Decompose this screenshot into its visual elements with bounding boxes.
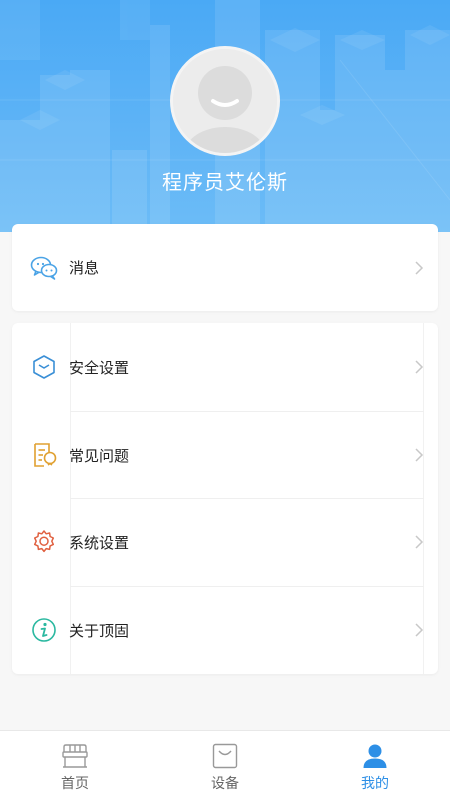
menu-item-label: 系统设置 — [69, 533, 130, 552]
tab-home[interactable]: 首页 — [0, 731, 150, 800]
menu-item-label: 安全设置 — [69, 358, 130, 377]
chevron-right-icon — [415, 623, 424, 637]
security-box-icon — [33, 355, 55, 379]
home-icon — [62, 744, 88, 768]
chat-bubbles-icon — [30, 256, 58, 280]
chevron-right-icon — [415, 535, 424, 549]
user-icon — [363, 744, 387, 768]
menu-item-messages[interactable]: 消息 — [12, 224, 438, 311]
chevron-right-icon — [415, 260, 424, 275]
info-icon — [32, 618, 56, 642]
menu-item-about[interactable]: 关于顶固 — [12, 586, 438, 674]
bottom-tab-bar: 首页 设备 我的 — [0, 730, 450, 800]
device-bag-icon — [212, 743, 238, 769]
menu-item-faq[interactable]: 常见问题 — [12, 411, 438, 499]
avatar[interactable] — [170, 46, 280, 156]
tab-label: 设备 — [211, 776, 239, 792]
gear-icon — [33, 530, 55, 553]
menu-item-label: 关于顶固 — [69, 621, 130, 640]
tab-label: 我的 — [361, 776, 389, 792]
username: 程序员艾伦斯 — [162, 170, 288, 194]
tab-devices[interactable]: 设备 — [150, 731, 300, 800]
settings-card: 安全设置 常见问题 系统设置 关于顶固 — [12, 323, 438, 674]
menu-item-label: 消息 — [69, 259, 100, 277]
tab-mine[interactable]: 我的 — [300, 731, 450, 800]
chevron-right-icon — [415, 360, 424, 374]
menu-item-label: 常见问题 — [69, 446, 130, 465]
tab-label: 首页 — [61, 776, 89, 792]
menu-item-security-settings[interactable]: 安全设置 — [12, 323, 438, 411]
default-avatar-icon — [173, 49, 277, 153]
profile-header: 程序员艾伦斯 — [0, 0, 450, 232]
faq-document-icon — [34, 443, 57, 467]
chevron-right-icon — [415, 448, 424, 462]
menu-item-system-settings[interactable]: 系统设置 — [12, 498, 438, 586]
message-card: 消息 — [12, 224, 438, 311]
